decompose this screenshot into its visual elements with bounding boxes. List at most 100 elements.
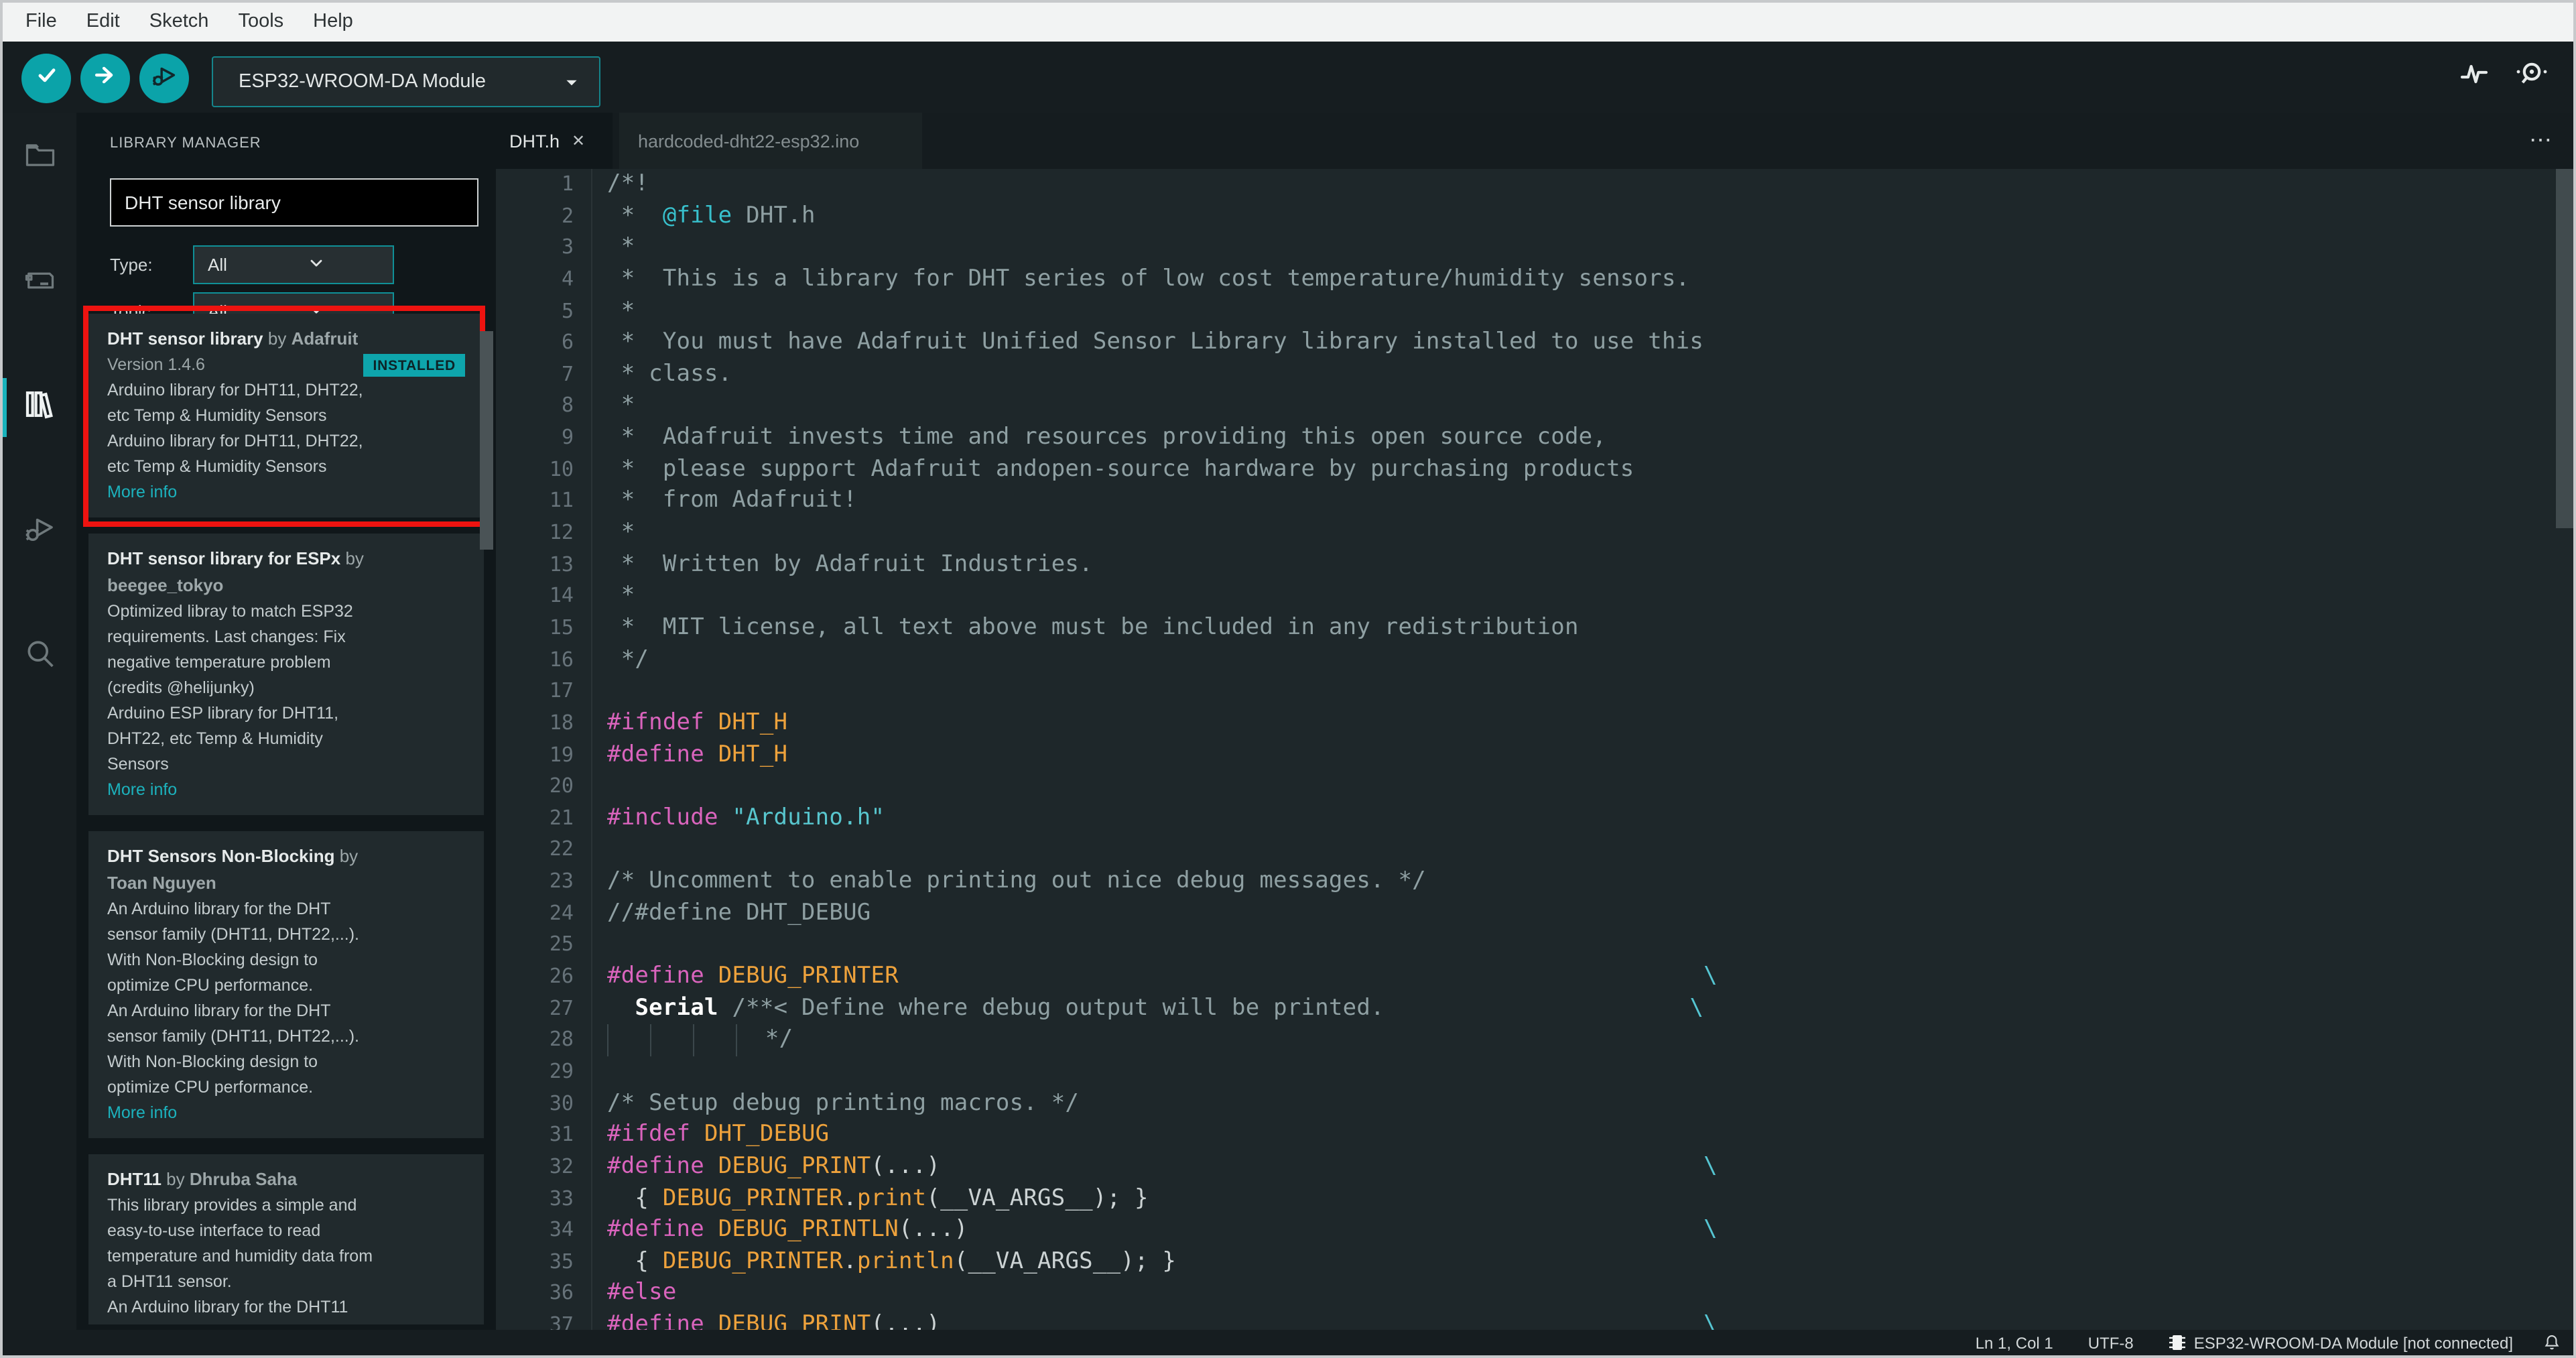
serial-monitor-button[interactable]: [2514, 58, 2549, 97]
magnifier-icon: [22, 636, 57, 678]
library-description-line: sensor family (DHT11, DHT22,...).: [107, 1027, 360, 1046]
plotter-icon: [2458, 64, 2490, 95]
line-number: 3: [496, 232, 592, 264]
menu-sketch[interactable]: Sketch: [135, 3, 224, 42]
notifications-button[interactable]: [2542, 1333, 2561, 1353]
sidebar-item-search[interactable]: [3, 625, 76, 689]
debug-button[interactable]: [139, 54, 189, 103]
editor: DHT.h ✕ hardcoded-dht22-esp32.ino ⋯ 1 /*! 2 *…: [496, 113, 2573, 1330]
tab-overflow-menu[interactable]: ⋯: [2529, 113, 2555, 169]
code-line: 29: [496, 1056, 2573, 1089]
code-text: Serial /**< Define where debug output wi…: [635, 994, 1704, 1022]
line-number: 14: [496, 580, 592, 613]
library-description-line: Arduino library for DHT11, DHT22,: [107, 381, 363, 399]
tab-dht-h[interactable]: DHT.h ✕: [496, 113, 613, 169]
library-card[interactable]: DHT Sensors Non-Blocking by Toan Nguyen An…: [88, 831, 484, 1138]
library-description-line: With Non-Blocking design to: [107, 950, 318, 969]
code-text: #define DEBUG_PRINT(...) \: [607, 1152, 1718, 1180]
editor-scrollbar[interactable]: [2556, 169, 2573, 528]
menu-bar: File Edit Sketch Tools Help: [3, 3, 2573, 42]
library-card[interactable]: DHT11 by Dhruba Saha This library provide…: [88, 1154, 484, 1324]
line-number: 13: [496, 549, 592, 581]
board-selector[interactable]: ESP32-WROOM-DA Module: [212, 56, 600, 107]
books-icon: [21, 386, 58, 429]
code-text: * Written by Adafruit Industries.: [607, 550, 1093, 578]
code-line: 21 #include "Arduino.h": [496, 802, 2573, 835]
code-area[interactable]: 1/*! 2 * @file DHT.h 3 * 4 * This is a libr…: [496, 169, 2573, 1330]
line-number: 24: [496, 898, 592, 930]
library-description-line: With Non-Blocking design to: [107, 1052, 318, 1071]
verify-button[interactable]: [21, 54, 71, 103]
code-line: 8 *: [496, 390, 2573, 423]
more-info-link[interactable]: More info: [107, 778, 465, 803]
code-line: 2 * @file DHT.h: [496, 200, 2573, 233]
encoding[interactable]: UTF-8: [2088, 1333, 2134, 1352]
code-line: 3 *: [496, 232, 2573, 264]
library-description-line: (credits @helijunky): [107, 678, 255, 697]
line-number: 7: [496, 359, 592, 391]
library-title: DHT sensor library by Adafruit: [107, 328, 359, 349]
monitor-icon: [2514, 62, 2549, 95]
code-line: 32 #define DEBUG_PRINT(...) \: [496, 1151, 2573, 1183]
board-status-label: ESP32-WROOM-DA Module [not connected]: [2193, 1333, 2513, 1352]
library-description-line: Optimized libray to match ESP32: [107, 602, 353, 621]
code-text: { DEBUG_PRINTER.print(__VA_ARGS__); }: [607, 1184, 1149, 1211]
library-description-line: requirements. Last changes: Fix: [107, 627, 346, 646]
menu-tools[interactable]: Tools: [223, 3, 298, 42]
line-number: 2: [496, 200, 592, 233]
arrow-right-icon: [90, 60, 119, 97]
sidebar-item-debug[interactable]: [3, 500, 76, 564]
code-line: 10 * please support Adafruit andopen-sou…: [496, 454, 2573, 486]
code-text: *: [607, 582, 635, 609]
code-text: #include "Arduino.h": [607, 804, 885, 831]
sidebar-item-sketchbook[interactable]: [3, 126, 76, 190]
code-line: 36 #else: [496, 1278, 2573, 1310]
upload-button[interactable]: [80, 54, 129, 103]
library-description-line: optimize CPU performance.: [107, 976, 314, 995]
line-number: 31: [496, 1119, 592, 1152]
code-line: 1 /*!: [496, 169, 2573, 201]
sidebar-item-boards-manager[interactable]: [3, 251, 76, 315]
library-description-line: sensor family (DHT11, DHT22,...).: [107, 925, 360, 944]
cursor-position[interactable]: Ln 1, Col 1: [1976, 1333, 2053, 1352]
close-icon[interactable]: ✕: [572, 131, 585, 150]
bell-icon: [2545, 1335, 2559, 1350]
line-number: 12: [496, 517, 592, 550]
code-text: */: [607, 645, 649, 673]
more-info-link[interactable]: More info: [107, 480, 465, 505]
menu-help[interactable]: Help: [298, 3, 368, 42]
line-number: 10: [496, 454, 592, 486]
code-text: #define DEBUG_PRINT(...) \: [607, 1311, 1718, 1330]
code-text: * please support Adafruit andopen-source…: [607, 455, 1634, 483]
code-text: * You must have Adafruit Unified Sensor …: [607, 328, 1704, 356]
library-description-line: DHT22, etc Temp & Humidity: [107, 729, 323, 748]
library-version: Version 1.4.6: [107, 355, 205, 374]
menu-edit[interactable]: Edit: [72, 3, 135, 42]
library-card[interactable]: DHT sensor library for ESPx by beegee_tok…: [88, 534, 484, 815]
status-bar: Ln 1, Col 1 UTF-8 ESP32-WROOM-DA Module …: [3, 1330, 2573, 1355]
library-search-input[interactable]: [110, 178, 478, 227]
library-description-line: An Arduino library for the DHT: [107, 900, 331, 918]
serial-plotter-button[interactable]: [2458, 58, 2490, 97]
code-line: 35 { DEBUG_PRINTER.println(__VA_ARGS__);…: [496, 1246, 2573, 1278]
more-info-link[interactable]: More info: [107, 1101, 465, 1126]
tab-hardcoded-dht22-esp32-ino[interactable]: hardcoded-dht22-esp32.ino: [619, 113, 922, 169]
library-manager-panel: LIBRARY MANAGER Type:AllTopic:All DHT se…: [76, 113, 496, 1330]
filter-select-type[interactable]: All: [193, 245, 394, 284]
code-text: * from Adafruit!: [607, 487, 857, 514]
code-line: 17: [496, 676, 2573, 708]
sidebar-item-library-manager[interactable]: [3, 375, 76, 440]
library-card[interactable]: DHT sensor library by Adafruit Version 1.…: [88, 314, 484, 517]
menu-file[interactable]: File: [11, 3, 72, 42]
library-description-line: etc Temp & Humidity Sensors: [107, 457, 327, 476]
line-number: 37: [496, 1310, 592, 1330]
library-description-line: Arduino ESP library for DHT11,: [107, 704, 339, 723]
board-status[interactable]: ESP32-WROOM-DA Module [not connected]: [2169, 1333, 2513, 1353]
code-line: 20: [496, 771, 2573, 803]
panel-title: LIBRARY MANAGER: [110, 135, 261, 151]
toolbar: ESP32-WROOM-DA Module: [3, 42, 2573, 113]
line-number: 21: [496, 802, 592, 835]
panel-scrollbar[interactable]: [480, 331, 493, 550]
